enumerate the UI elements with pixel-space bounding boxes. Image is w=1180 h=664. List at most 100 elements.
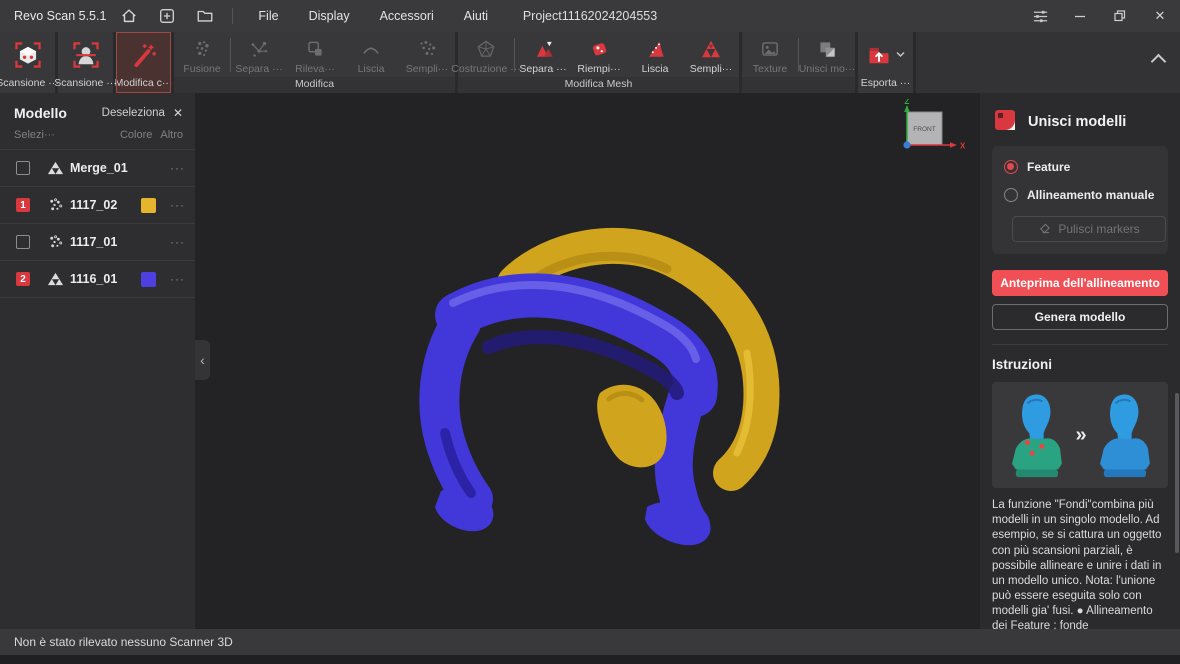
separa-points-button[interactable]: Separa ··· (231, 35, 287, 75)
rileva-button[interactable]: Rileva··· (287, 35, 343, 75)
riempi-icon (588, 37, 610, 61)
menu-file[interactable]: File (243, 0, 293, 32)
eraser-icon (1038, 221, 1051, 237)
table-row-1116-01[interactable]: 2 1116_01 ··· (0, 261, 195, 298)
liscia-points-button[interactable]: Liscia (343, 35, 399, 75)
scan-bust-label: Scansione ··· (54, 77, 116, 89)
separa-mesh-icon (532, 37, 554, 61)
color-swatch-blue[interactable] (141, 272, 156, 287)
texture-group-label (742, 77, 855, 93)
row-more-button[interactable]: ··· (170, 161, 185, 175)
deselect-all-button[interactable]: Deseleziona (102, 107, 165, 119)
cube-scan-icon (13, 32, 43, 77)
other-column-label[interactable]: Altro (160, 129, 183, 141)
row-checkbox[interactable] (16, 235, 30, 249)
bust-scan-icon (71, 32, 101, 77)
semplifica-points-icon (416, 37, 438, 61)
open-folder-icon[interactable] (190, 4, 220, 28)
close-icon[interactable]: ✕ (173, 106, 183, 120)
preview-alignment-button[interactable]: Anteprima dell'allineamento (992, 270, 1168, 296)
model-name: 1116_01 (70, 272, 141, 286)
separa-points-icon (248, 37, 270, 61)
unisci-modelli-icon (994, 109, 1016, 134)
fusione-button[interactable]: Fusione (174, 35, 230, 75)
home-icon[interactable] (114, 4, 144, 28)
merge-panel-title: Unisci modelli (1028, 114, 1126, 130)
row-more-button[interactable]: ··· (170, 198, 185, 212)
esporta-label: Esporta ··· (861, 77, 911, 89)
mesh-icon (46, 271, 64, 287)
model-3d (195, 93, 980, 629)
menu-display[interactable]: Display (294, 0, 365, 32)
table-row-1117-02[interactable]: 1 1117_02 ··· (0, 187, 195, 224)
scan-cube-label: Scansione ··· (0, 77, 59, 89)
row-more-button[interactable]: ··· (170, 235, 185, 249)
app-title: Revo Scan 5.5.1 (14, 9, 106, 23)
semplifica-points-button[interactable]: Sempli··· (399, 35, 455, 75)
unisci-modelli-icon (816, 37, 838, 61)
instructions-text: La funzione "Fondi"combina più modelli i… (992, 498, 1164, 629)
gizmo-front-label: FRONT (913, 126, 935, 133)
texture-button[interactable]: Texture (742, 35, 798, 75)
settings-sliders-icon[interactable] (1020, 0, 1060, 32)
liscia-mesh-icon (644, 37, 666, 61)
texture-group: Texture Unisci mo··· (742, 32, 855, 93)
feature-radio[interactable] (1004, 160, 1018, 174)
modifica-cloud-tool[interactable]: Modifica c··· (116, 32, 171, 93)
bottom-strip (0, 655, 1180, 664)
clean-markers-label: Pulisci markers (1058, 222, 1139, 236)
manual-radio-row[interactable]: Allineamento manuale (1004, 188, 1156, 202)
viewport-3d[interactable]: ‹ FRONT Z X (195, 93, 980, 629)
close-button[interactable]: ✕ (1140, 0, 1180, 32)
gizmo-x-label: X (960, 142, 966, 151)
separa-mesh-button[interactable]: Separa ··· (515, 35, 571, 75)
costruzione-icon (475, 37, 497, 61)
instructions-image: » (992, 382, 1168, 488)
chevron-down-icon (896, 51, 905, 58)
liscia-mesh-button[interactable]: Liscia (627, 35, 683, 75)
modifica-mesh-group: Costruzione ··· Separa ··· Riempi··· Lis (458, 32, 739, 93)
new-project-icon[interactable] (152, 4, 182, 28)
riempi-button[interactable]: Riempi··· (571, 35, 627, 75)
selection-order-badge[interactable]: 1 (16, 198, 30, 212)
clean-markers-button[interactable]: Pulisci markers (1012, 216, 1166, 242)
orientation-gizmo[interactable]: FRONT Z X (888, 99, 966, 161)
instructions-title: Istruzioni (992, 357, 1168, 372)
model-name: 1117_01 (70, 235, 170, 249)
table-row-merge-01[interactable]: Merge_01 ··· (0, 150, 195, 187)
liscia-points-icon (360, 37, 382, 61)
esporta-icon-wrap (866, 32, 905, 77)
color-swatch-yellow[interactable] (141, 198, 156, 213)
table-row-1117-01[interactable]: 1117_01 ··· (0, 224, 195, 261)
modifica-cloud-label: Modifica c··· (115, 77, 173, 89)
unisci-modelli-button[interactable]: Unisci mo··· (799, 35, 855, 75)
pointcloud-icon (46, 234, 64, 250)
color-column-label[interactable]: Colore (120, 129, 152, 141)
magic-wand-icon (130, 32, 158, 77)
minimize-button[interactable] (1060, 0, 1100, 32)
selection-order-badge[interactable]: 2 (16, 272, 30, 286)
main-area: Modello Deseleziona ✕ Selezi··· Colore A… (0, 93, 1180, 629)
titlebar: Revo Scan 5.5.1 File Display Accessori A… (0, 0, 1180, 32)
scan-bust-tool[interactable]: Scansione ··· (58, 32, 113, 93)
generate-model-button[interactable]: Genera modello (992, 304, 1168, 330)
semplifica-mesh-button[interactable]: Sempli··· (683, 35, 739, 75)
scan-cube-tool[interactable]: Scansione ··· (0, 32, 55, 93)
rileva-icon (304, 37, 326, 61)
scrollbar-thumb[interactable] (1175, 393, 1179, 553)
row-checkbox[interactable] (16, 161, 30, 175)
row-more-button[interactable]: ··· (170, 272, 185, 286)
toolbar-collapse-icon[interactable] (1152, 54, 1166, 63)
modifica-group: Fusione Separa ··· Rileva··· Liscia (174, 32, 455, 93)
feature-radio-row[interactable]: Feature (1004, 160, 1156, 174)
menu-accessori[interactable]: Accessori (365, 0, 449, 32)
alignment-options-card: Feature Allineamento manuale Pulisci mar… (992, 146, 1168, 254)
select-column-label[interactable]: Selezi··· (14, 129, 55, 141)
left-panel-collapse-handle[interactable]: ‹ (195, 340, 210, 380)
restore-button[interactable] (1100, 0, 1140, 32)
statusbar: Non è stato rilevato nessuno Scanner 3D (0, 629, 1180, 655)
menu-aiuti[interactable]: Aiuti (449, 0, 503, 32)
costruzione-button[interactable]: Costruzione ··· (458, 35, 514, 75)
manual-radio[interactable] (1004, 188, 1018, 202)
esporta-tool[interactable]: Esporta ··· (858, 32, 913, 93)
